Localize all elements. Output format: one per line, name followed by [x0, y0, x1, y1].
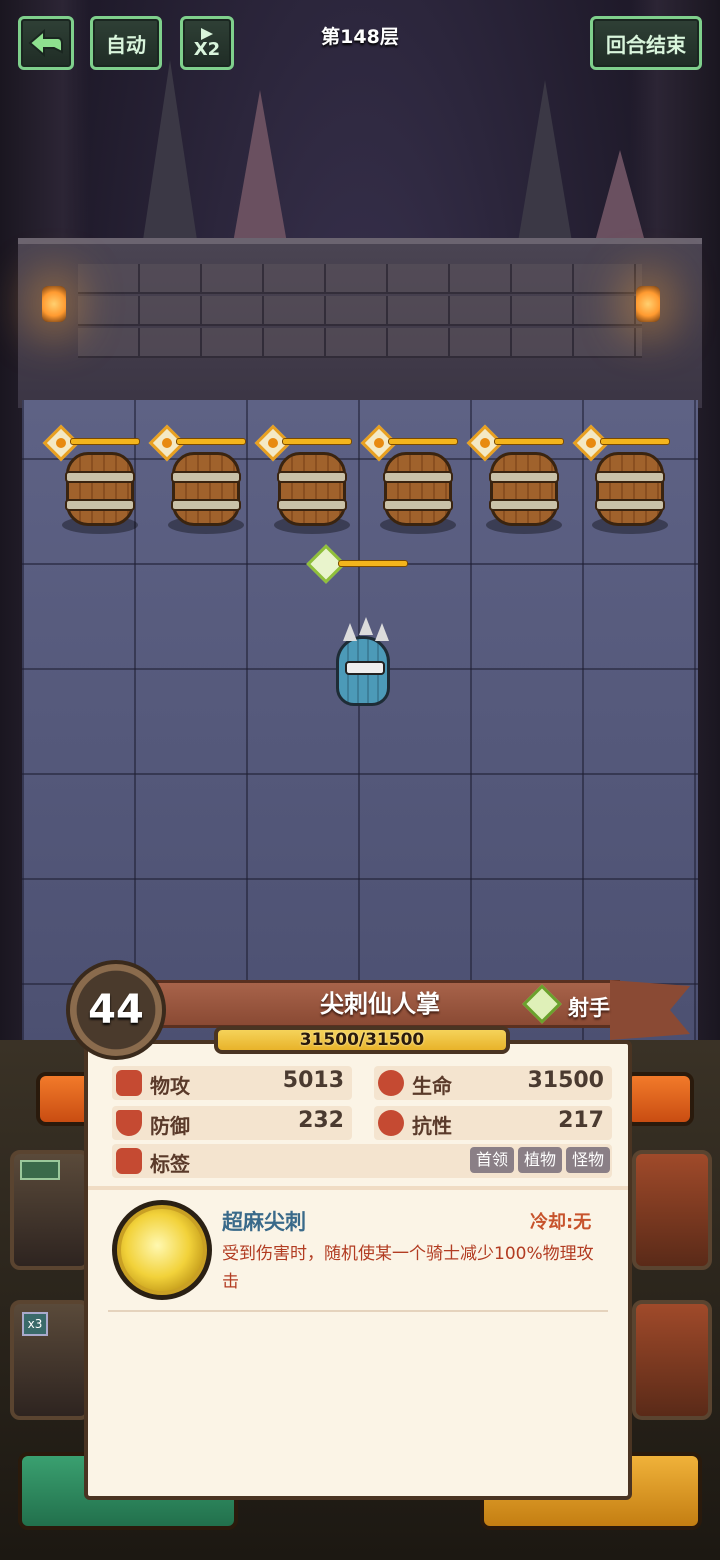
level-number: 44 [88, 987, 144, 1033]
enemy-barrel-1[interactable] [42, 424, 148, 534]
enemy-barrel-3[interactable] [254, 424, 360, 534]
hp-bar [494, 438, 564, 445]
back-button[interactable] [18, 16, 74, 70]
hp-bar [388, 438, 458, 445]
auto-label: 自动 [106, 32, 146, 57]
enemy-barrel-4[interactable] [360, 424, 466, 534]
enemy-name: 尖刺仙人掌 [320, 990, 440, 1018]
floor-title: 第148层 [321, 26, 399, 48]
fist-icon [116, 1070, 142, 1096]
hp-bar [282, 438, 352, 445]
skill-name: 超麻尖刺 [222, 1210, 306, 1234]
stat-hp: 生命 31500 [374, 1066, 612, 1100]
glasses-icon [345, 661, 385, 675]
multiplier-badge: x3 [22, 1312, 48, 1336]
enemy-barrel-5[interactable] [466, 424, 572, 534]
auto-button[interactable]: 自动 [90, 16, 162, 70]
lantern-left [42, 286, 66, 322]
end-turn-button[interactable]: 回合结束 [590, 16, 702, 70]
hp-bar [70, 438, 140, 445]
tag-boss: 首领 [470, 1147, 515, 1173]
stalagmite [140, 60, 200, 260]
enemy-barrel-2[interactable] [148, 424, 254, 534]
skill-spike-icon[interactable] [112, 1200, 212, 1300]
hero-card-left-top[interactable] [10, 1150, 90, 1270]
orange-bar-right [624, 1072, 694, 1126]
hero-card-left-bottom[interactable]: x3 [10, 1300, 90, 1420]
hp-bar [176, 438, 246, 445]
lantern-right [636, 286, 660, 322]
tag-icon [116, 1148, 142, 1174]
tag-plant: 植物 [518, 1147, 563, 1173]
skill-divider [108, 1310, 608, 1312]
end-turn-label: 回合结束 [606, 32, 686, 57]
cactus-sprite [336, 617, 390, 706]
hp-bar [600, 438, 670, 445]
energy-pips [20, 1160, 60, 1180]
hero-card-right-bottom[interactable] [632, 1300, 712, 1420]
skill-description: 受到伤害时，随机使某一个骑士减少100%物理攻击 [222, 1244, 594, 1292]
hero-card-right-top[interactable] [632, 1150, 712, 1270]
tag-monster: 怪物 [566, 1147, 611, 1173]
stat-attack: 物攻 5013 [112, 1066, 352, 1100]
stat-defense: 防御 232 [112, 1106, 352, 1140]
dungeon-back-wall [18, 238, 702, 408]
lightning-icon [378, 1110, 404, 1136]
shield-icon [116, 1110, 142, 1136]
section-divider [88, 1186, 628, 1190]
speed-button[interactable]: X2 [180, 16, 234, 70]
hp-bar [338, 560, 408, 567]
skill-cooldown: 冷却:无 [530, 1212, 592, 1233]
enemy-barrel-6[interactable] [572, 424, 678, 534]
enemy-class: 射手 [568, 996, 610, 1020]
level-badge: 44 [66, 960, 166, 1060]
speed-label: X2 [193, 39, 221, 60]
heart-icon [378, 1070, 404, 1096]
stalagmite [515, 80, 575, 260]
back-arrow-icon [28, 28, 63, 58]
stalagmite [230, 90, 290, 260]
enemy-hp-bar: 31500/31500 [214, 1026, 510, 1054]
enemy-hp-text: 31500/31500 [299, 1030, 425, 1050]
stat-resist: 抗性 217 [374, 1106, 612, 1140]
cactus-boss-unit[interactable] [306, 544, 422, 724]
